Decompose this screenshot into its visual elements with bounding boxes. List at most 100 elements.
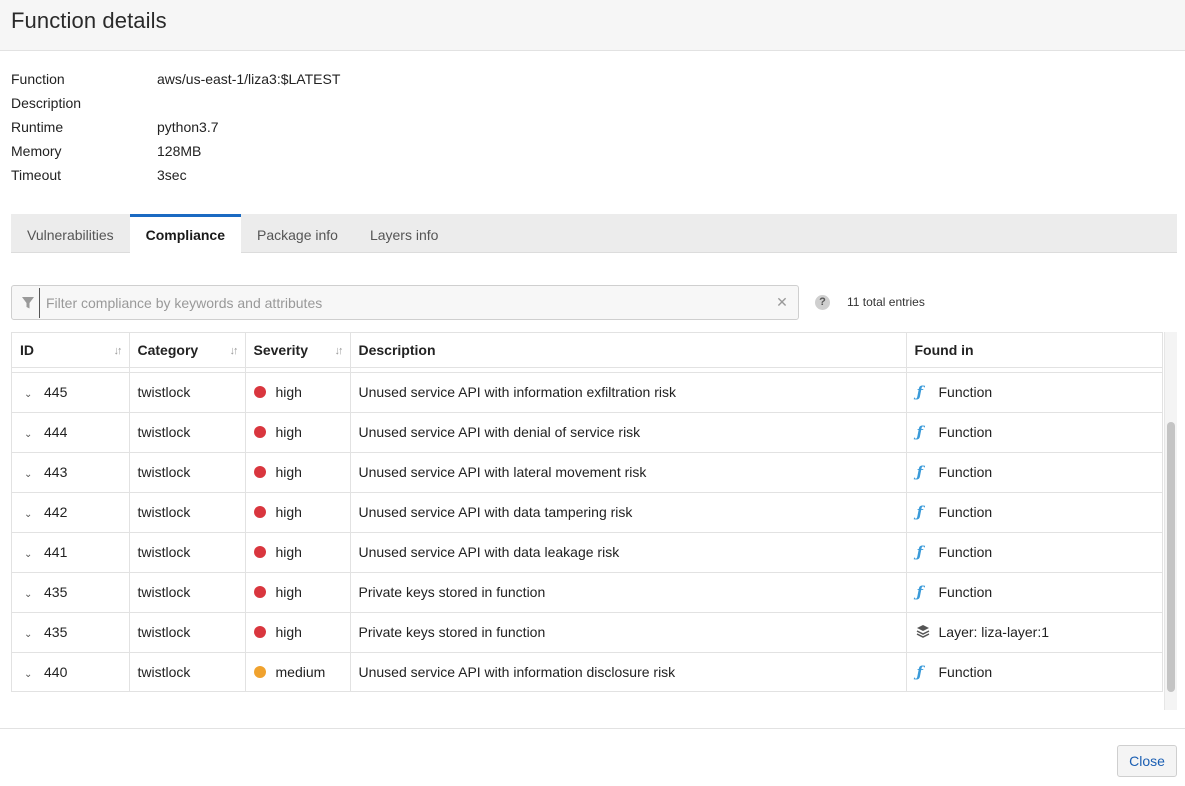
sort-icon[interactable]: ↓↑ [230,345,239,357]
function-icon: ƒ [916,583,923,601]
cell-found-in: ƒ Function [906,572,1162,613]
sort-icon[interactable]: ↓↑ [335,345,344,357]
detail-value: 128MB [157,143,202,159]
chevron-down-icon[interactable]: ⌄ [20,509,44,520]
column-header-category[interactable]: Category ↓↑ [129,333,246,368]
column-header-description[interactable]: Description [350,333,907,368]
cell-id: ⌄ 435 [12,572,130,613]
function-icon: ƒ [916,463,923,481]
chevron-down-icon[interactable]: ⌄ [20,549,44,560]
cell-found-in: ƒ Function [906,532,1162,573]
function-icon: ƒ [916,503,923,521]
funnel-icon [22,296,34,308]
cell-description: Private keys stored in function [350,612,907,653]
cell-severity: high [245,412,351,453]
scrollbar-thumb[interactable] [1167,422,1175,692]
function-icon: ƒ [916,663,923,681]
table-row[interactable]: ⌄ 435 twistlock high Private keys stored in … [12,572,1162,613]
table-row[interactable]: ⌄ 442 twistlock high Unused service API with… [12,492,1162,533]
close-icon[interactable]: ✕ [770,294,794,311]
cell-found-in: ƒ Function [906,412,1162,453]
chevron-down-icon[interactable]: ⌄ [20,669,44,680]
chevron-down-icon[interactable]: ⌄ [20,469,44,480]
layers-icon [915,624,939,641]
severity-dot-icon [253,506,266,518]
footer-divider [0,728,1185,729]
cell-category: twistlock [129,652,246,691]
column-header-severity[interactable]: Severity ↓↑ [245,333,351,368]
table-row[interactable]: ⌄ 444 twistlock high Unused service API with… [12,412,1162,453]
cell-severity: medium [245,652,351,691]
chevron-down-icon[interactable]: ⌄ [20,589,44,600]
severity-dot-icon [253,426,266,438]
cell-severity: high [245,532,351,573]
severity-dot-icon [253,666,266,678]
table-header-row: ID ↓↑ Category ↓↑ Severity ↓↑ Description F… [12,333,1162,368]
cell-category: twistlock [129,532,246,573]
cell-description: Unused service API with information disc… [350,652,907,691]
table-row[interactable]: ⌄ 435 twistlock high Private keys stored in … [12,612,1162,653]
severity-dot-icon [253,386,266,398]
table-row[interactable]: ⌄ 443 twistlock high Unused service API with… [12,452,1162,493]
sort-icon[interactable]: ↓↑ [114,345,123,357]
cell-found-in: ƒ Function [906,652,1162,691]
cell-found-in: ƒ Function [906,492,1162,533]
severity-dot-icon [253,466,266,478]
compliance-filter[interactable]: ✕ [11,285,799,320]
table-row[interactable]: ⌄ 440 twistlock medium Unused service API wi… [12,652,1162,691]
cell-found-in: ƒ Function [906,452,1162,493]
detail-row-memory: Memory 128MB [11,139,340,163]
detail-value: python3.7 [157,119,219,135]
function-icon: ƒ [916,383,923,401]
tab-bar: Vulnerabilities Compliance Package info … [11,214,1177,254]
column-header-id[interactable]: ID ↓↑ [12,333,130,368]
detail-key: Runtime [11,119,64,135]
function-details: Function aws/us-east-1/liza3:$LATEST Des… [11,67,340,187]
compliance-table: ID ↓↑ Category ↓↑ Severity ↓↑ Description F… [11,332,1163,692]
table-scrollbar[interactable] [1164,332,1177,710]
cell-category: twistlock [129,452,246,493]
cell-severity: high [245,492,351,533]
cell-found-in: ƒ Function [906,372,1162,413]
tab-package-info[interactable]: Package info [241,214,354,253]
chevron-down-icon[interactable]: ⌄ [20,389,44,400]
cell-id: ⌄ 441 [12,532,130,573]
detail-row-timeout: Timeout 3sec [11,163,340,187]
cell-category: twistlock [129,572,246,613]
cell-category: twistlock [129,412,246,453]
total-entries: 11 total entries [847,295,925,309]
detail-row-description: Description [11,91,340,115]
chevron-down-icon[interactable]: ⌄ [20,429,44,440]
cell-description: Private keys stored in function [350,572,907,613]
cell-category: twistlock [129,612,246,653]
tab-vulnerabilities[interactable]: Vulnerabilities [11,214,130,253]
cell-description: Unused service API with lateral movement… [350,452,907,493]
column-header-found-in[interactable]: Found in [906,333,1162,368]
cell-category: twistlock [129,492,246,533]
severity-dot-icon [253,586,266,598]
severity-dot-icon [253,546,266,558]
tab-layers-info[interactable]: Layers info [354,214,454,253]
cell-description: Unused service API with data leakage ris… [350,532,907,573]
cell-description: Unused service API with information exfi… [350,372,907,413]
cell-description: Unused service API with data tampering r… [350,492,907,533]
close-button[interactable]: Close [1117,745,1177,777]
detail-value: 3sec [157,167,187,183]
detail-row-runtime: Runtime python3.7 [11,115,340,139]
cell-severity: high [245,372,351,413]
help-icon[interactable]: ? [815,295,830,310]
tab-compliance[interactable]: Compliance [129,214,241,254]
cell-id: ⌄ 443 [12,452,130,493]
table-row[interactable]: ⌄ 441 twistlock high Unused service API with… [12,532,1162,573]
dialog-header: Function details [0,0,1185,51]
detail-key: Description [11,95,82,111]
table-row[interactable]: ⌄ 445 twistlock high Unused service API with… [12,372,1162,413]
chevron-down-icon[interactable]: ⌄ [20,629,44,640]
dialog-title: Function details [11,8,167,33]
cell-severity: high [245,452,351,493]
cell-found-in: Layer: liza-layer:1 [906,612,1162,653]
cell-id: ⌄ 440 [12,652,130,691]
filter-input[interactable] [39,287,770,318]
detail-value: aws/us-east-1/liza3:$LATEST [157,71,341,87]
cell-id: ⌄ 444 [12,412,130,453]
